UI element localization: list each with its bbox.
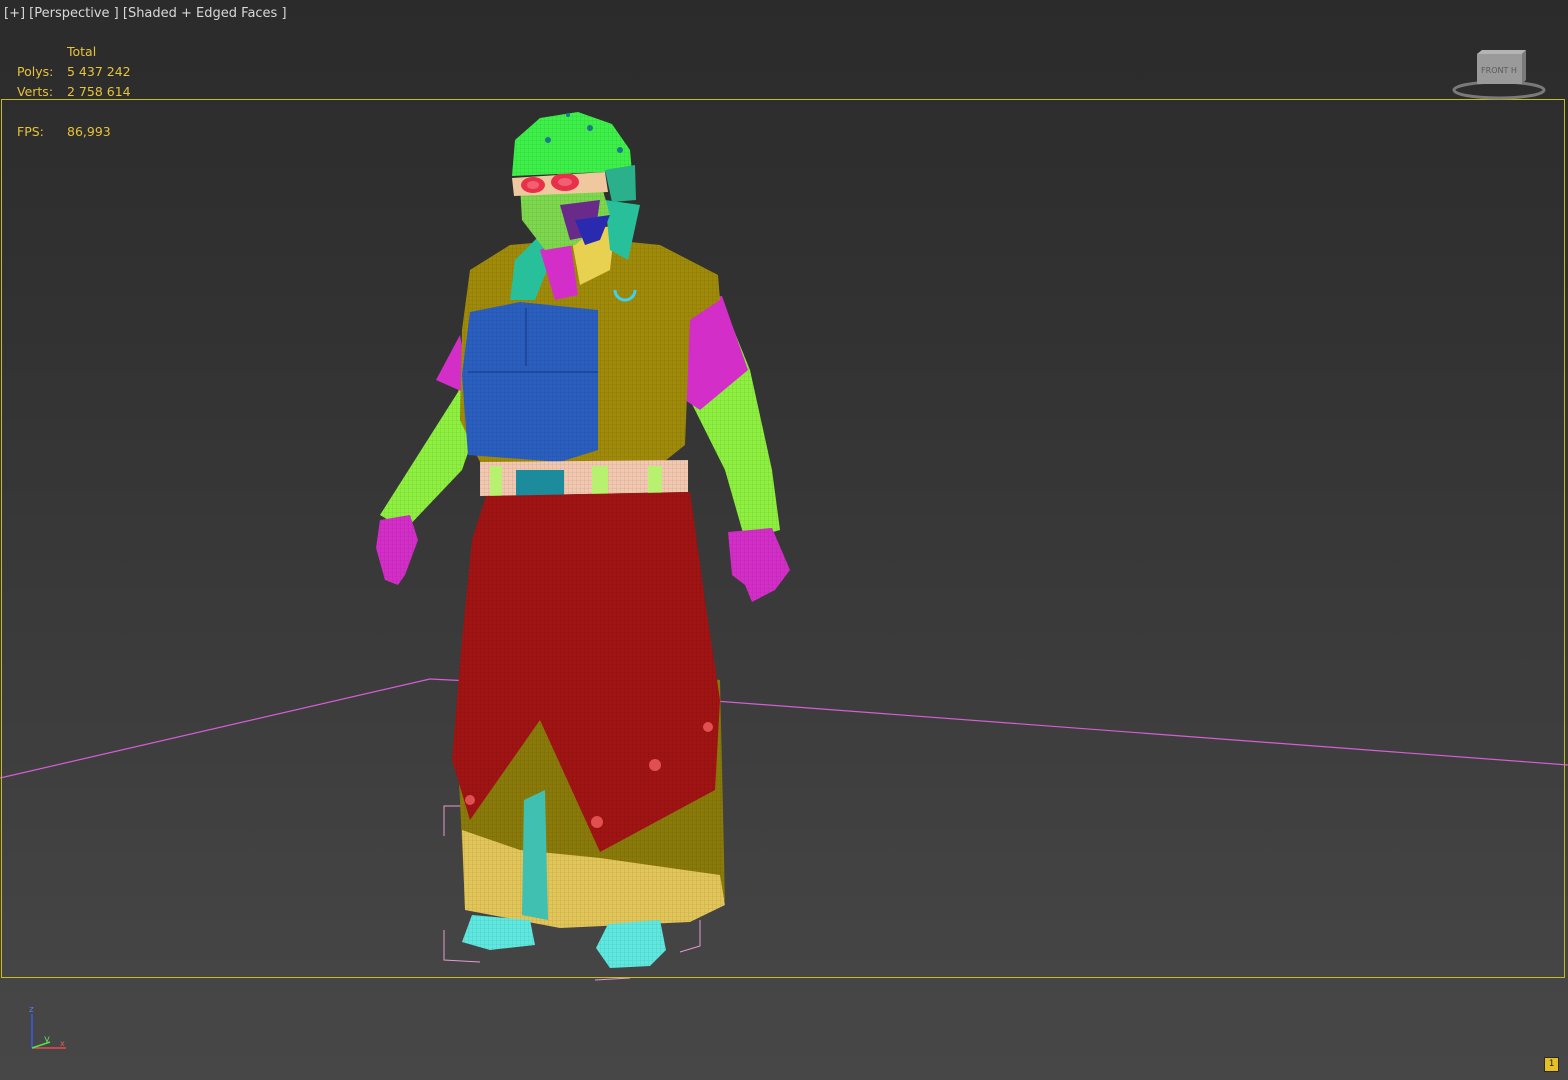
- viewport-badge[interactable]: 1: [1544, 1057, 1559, 1072]
- character-model[interactable]: [376, 112, 790, 968]
- fps-label: FPS:: [17, 124, 44, 139]
- viewport-label[interactable]: [+] [Perspective ] [Shaded + Edged Faces…: [4, 6, 287, 21]
- axis-z-label: z: [29, 1005, 34, 1015]
- scene-canvas[interactable]: [0, 0, 1568, 1080]
- axis-x-label: x: [60, 1039, 65, 1048]
- viewcube-icon[interactable]: FRONT H: [1452, 46, 1546, 102]
- stats-header: Total: [67, 44, 97, 59]
- polys-label: Polys:: [17, 64, 54, 79]
- axis-y-label: y: [44, 1034, 50, 1045]
- axis-tripod-icon: z y x: [29, 1005, 66, 1049]
- verts-value: 2 758 614: [67, 84, 131, 99]
- fps-value: 86,993: [67, 124, 111, 139]
- verts-label: Verts:: [17, 84, 54, 99]
- stats-overlay: Total Polys: 5 437 242 Verts: 2 758 614: [17, 42, 217, 102]
- viewcube-face-label: FRONT H: [1481, 66, 1517, 75]
- fps-overlay: FPS: 86,993: [17, 122, 217, 142]
- polys-value: 5 437 242: [67, 64, 131, 79]
- ground-grid: [0, 678, 1568, 779]
- perspective-viewport[interactable]: [+] [Perspective ] [Shaded + Edged Faces…: [0, 0, 1568, 1080]
